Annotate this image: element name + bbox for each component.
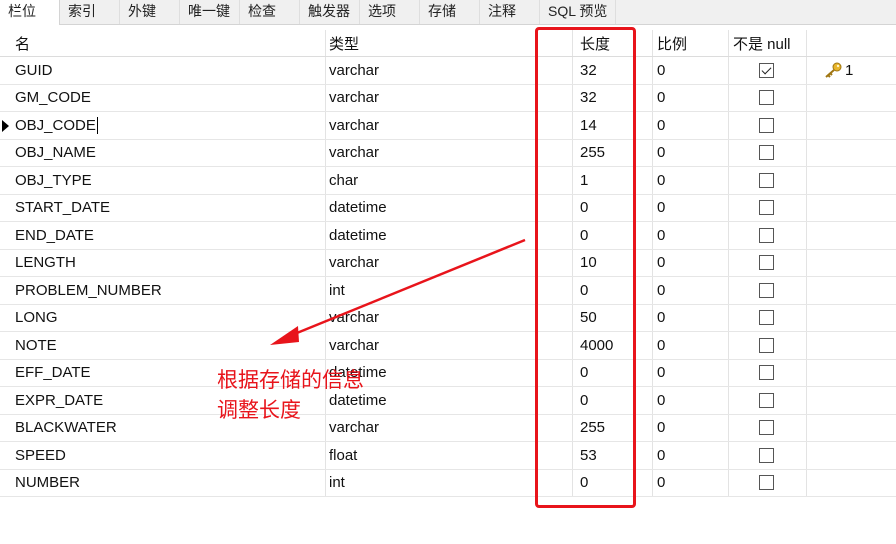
annotation-arrow-icon <box>270 238 526 345</box>
annotation-text-line1: 根据存储的信息 <box>217 368 364 392</box>
annotation-text-line2: 调整长度 <box>217 398 301 422</box>
